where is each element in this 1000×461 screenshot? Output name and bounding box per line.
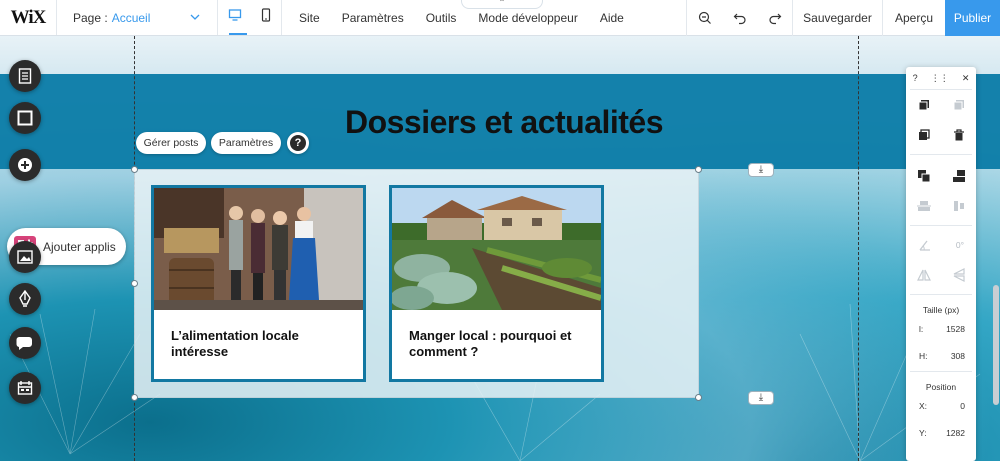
background-icon [17,110,33,126]
paste-style-icon[interactable] [953,99,965,111]
x-key: X: [919,400,928,411]
divider [910,294,972,295]
close-icon[interactable]: ✕ [962,73,970,84]
x-value[interactable]: 0 [960,401,965,411]
plus-icon [18,158,32,172]
rotation-value[interactable]: 0° [956,240,964,250]
mobile-icon[interactable] [261,8,271,27]
distribute-icon[interactable] [952,199,966,213]
y-key: Y: [919,427,927,438]
duplicate-row [906,120,976,150]
topbar-tools [686,0,792,36]
height-field[interactable]: H: 308 [906,342,976,369]
stretch-handle-bottom[interactable]: ⤓ [748,391,774,405]
width-value[interactable]: 1528 [946,324,965,334]
blog-post-card[interactable]: L’alimentation locale intéresse [151,185,366,382]
preview-button[interactable]: Aperçu [883,0,945,36]
design-button[interactable] [9,283,41,315]
desktop-icon[interactable] [228,8,242,27]
resize-handle[interactable] [131,394,138,401]
settings-button[interactable]: Paramètres [211,132,281,154]
background-button[interactable] [9,102,41,134]
rotate-icon[interactable] [918,238,932,252]
flip-row [906,260,976,290]
media-icon [17,250,33,264]
main-menu: Site Paramètres Outils Mode développeur … [282,0,635,35]
page-value: Accueil [111,10,151,25]
media-button[interactable] [9,241,41,273]
chevron-down-icon [190,14,200,20]
flip-vertical-icon[interactable] [952,268,966,282]
pages-icon [18,68,32,84]
add-button[interactable] [9,149,41,181]
menu-developer-mode[interactable]: Mode développeur [467,11,588,25]
page-label: Page : [73,10,108,25]
resize-handle[interactable] [695,166,702,173]
divider [910,225,972,226]
width-field[interactable]: l: 1528 [906,315,976,342]
align-center-icon[interactable] [916,199,931,213]
menu-site[interactable]: Site [288,11,331,25]
height-key: H: [919,350,928,361]
y-field[interactable]: Y: 1282 [906,419,976,446]
blog-post-card[interactable]: Manger local : pourquoi et comment ? [389,185,604,382]
redo-icon[interactable] [757,11,792,25]
help-button[interactable]: ? [287,132,309,154]
resize-handle[interactable] [131,280,138,287]
size-label: Taille (px) [922,305,960,315]
flip-horizontal-icon[interactable] [916,268,931,282]
divider [910,371,972,372]
zoom-out-icon[interactable] [687,11,722,25]
divider [910,154,972,155]
canvas-top-background [0,36,1000,74]
menu-tools[interactable]: Outils [415,11,468,25]
properties-panel: ? ⋮⋮ ✕ 0° Taille (px) l: 1528 H: 308 Posit… [906,67,976,461]
menu-settings[interactable]: Paramètres [331,11,415,25]
business-button[interactable] [9,372,41,404]
copy-style-icon[interactable] [918,99,930,111]
height-value[interactable]: 308 [951,351,965,361]
collapse-topbar-toggle[interactable]: ⌃ [461,0,543,9]
y-value[interactable]: 1282 [946,428,965,438]
publish-button[interactable]: Publier [945,0,1000,36]
chat-button[interactable] [9,327,41,359]
duplicate-icon[interactable] [918,129,930,141]
grid-line-right [858,36,859,461]
calendar-icon [17,381,33,395]
arrange-row [906,161,976,191]
x-field[interactable]: X: 0 [906,392,976,419]
distribute-row [906,191,976,221]
pen-icon [19,290,31,307]
wix-logo[interactable]: WiX [0,0,56,35]
pages-button[interactable] [9,60,41,92]
save-button[interactable]: Sauvegarder [792,0,883,36]
resize-handle[interactable] [131,166,138,173]
drag-handle-icon[interactable]: ⋮⋮ [931,73,949,84]
align-icon[interactable] [952,169,966,183]
menu-help[interactable]: Aide [589,11,635,25]
manage-posts-button[interactable]: Gérer posts [136,132,206,154]
panel-header: ? ⋮⋮ ✕ [906,67,976,89]
post-title[interactable]: Manger local : pourquoi et comment ? [392,310,601,360]
stretch-handle-top[interactable]: ⤓ [748,163,774,177]
resize-handle[interactable] [695,394,702,401]
delete-icon[interactable] [953,129,965,141]
post-image-farm [392,188,601,310]
chat-icon [16,337,32,350]
undo-icon[interactable] [722,11,757,25]
panel-help-icon[interactable]: ? [913,73,918,83]
position-label: Position [925,382,957,392]
page-selector[interactable]: Page : Accueil [56,0,218,35]
copy-row [906,90,976,120]
add-apps-label: Ajouter applis [43,239,116,254]
editor-canvas: Dossiers et actualités ⤓ ⤓ L’alimentatio… [0,36,1000,461]
canvas-scrollbar[interactable] [993,285,999,405]
bring-forward-icon[interactable] [917,169,931,183]
width-key: l: [919,323,924,334]
help-icon: ? [290,135,306,151]
post-title[interactable]: L’alimentation locale intéresse [154,310,363,360]
rotate-row: 0° [906,230,976,260]
post-image-people [154,188,363,310]
device-switcher [218,0,282,35]
